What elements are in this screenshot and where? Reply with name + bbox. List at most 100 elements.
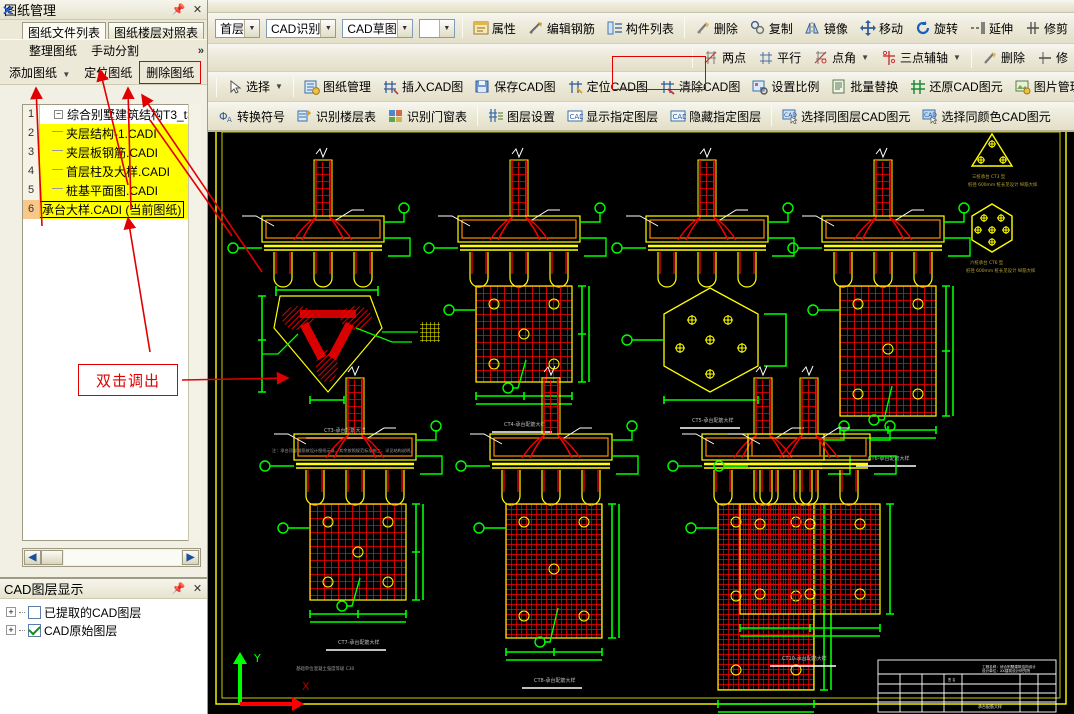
batch-replace-button[interactable]: 批量替换 [826,76,903,98]
drawing-name-cell[interactable]: 夹层结构-1.CADI [40,123,200,143]
edit-rebar-button[interactable]: 编辑钢筋 [523,17,600,39]
move-button[interactable]: 移动 [855,17,908,39]
table-row[interactable]: 2 夹层结构-1.CADI [23,123,200,143]
table-row[interactable]: 6 承台大样.CADI (当前图纸) [23,199,200,219]
two-point-button[interactable]: 两点 [698,47,751,69]
chevron-down-icon[interactable]: ▼ [396,19,412,37]
add-drawing-button[interactable]: 添加图纸 ▼ [2,61,77,84]
scroll-thumb[interactable] [41,550,63,565]
toolbar-layer[interactable]: ΦA 转换符号 识别楼层表 识别门窗表 图层设置 CAD 显示指定图层 CAD [208,102,1074,132]
chevron-down-icon[interactable]: ▼ [438,19,454,37]
pin-icon[interactable]: 📌 [171,2,186,17]
scroll-track[interactable] [64,550,181,565]
toolbar-overflow-icon[interactable]: » [198,45,204,57]
chevron-down-icon[interactable]: ▼ [62,70,70,79]
axis-delete-button[interactable]: 删除 [977,47,1030,69]
table-row[interactable]: 1 − 综合别墅建筑结构T3_t3 [23,105,200,124]
table-row[interactable]: 3 夹层板钢筋.CADI [23,142,200,162]
manual-split-button[interactable]: 手动分割 [84,39,146,62]
layer-checkbox[interactable] [28,623,41,637]
svg-text:基础单位混凝土强度等级 C30: 基础单位混凝土强度等级 C30 [296,665,355,672]
cad-recognize-combo[interactable]: CAD识别 ▼ [266,18,337,38]
scroll-left-icon[interactable]: ◀ [24,550,41,565]
chevron-down-icon[interactable]: ▼ [861,53,869,62]
drawing-file-list[interactable]: 1 − 综合别墅建筑结构T3_t3 2 夹层结构-1.CADI 3 夹层板钢筋.… [22,104,201,541]
tab-drawing-floor-table[interactable]: 图纸楼层对照表 [108,22,205,40]
select-tool-button[interactable]: 选择 ▼ [222,76,288,98]
scroll-right-icon[interactable]: ▶ [182,550,199,565]
locate-cad-button[interactable]: 定位CAD图 [563,76,653,98]
set-scale-button[interactable]: 设置比例 [747,76,824,98]
layer-checkbox[interactable] [28,605,41,619]
recognize-floor-table-button[interactable]: 识别楼层表 [292,105,381,127]
layer-item-original[interactable]: + CAD原始图层 [6,621,207,639]
table-row[interactable]: 5 桩基平面图.CADI [23,180,200,200]
locate-drawing-button[interactable]: 定位图纸 [77,61,139,84]
point-angle-button[interactable]: 点角 ▼ [808,47,874,69]
parallel-button[interactable]: 平行 [753,47,806,69]
rotate-button[interactable]: 旋转 [910,17,963,39]
trim-button[interactable]: 修剪 [1020,17,1073,39]
pin-icon[interactable]: 📌 [171,581,186,596]
layer-settings-button[interactable]: 图层设置 [483,105,560,127]
properties-button[interactable]: 属性 [468,17,521,39]
component-list-button[interactable]: 构件列表 [602,17,679,39]
drawing-list-hscrollbar[interactable]: ◀ ▶ [22,548,201,567]
drawing-name-cell[interactable]: − 综合别墅建筑结构T3_t3 [40,105,200,124]
close-icon[interactable]: ✕ [190,581,205,596]
drawing-name-cell[interactable]: 桩基平面图.CADI [40,180,200,200]
chevron-down-icon[interactable]: ▼ [275,82,283,91]
drawing-list-vscrollbar[interactable] [188,104,201,541]
hide-layer-button[interactable]: CAD 隐藏指定图层 [665,105,766,127]
chevron-down-icon[interactable]: ▼ [244,19,260,37]
batch-replace-icon [831,79,847,95]
floor-combo[interactable]: 首层 ▼ [215,18,261,38]
select-same-layer-button[interactable]: CAD 选择同图层CAD图元 [777,105,915,127]
cad-canvas[interactable]: CT3-承台配筋大样 注：承台顶部钢筋按设计图纸示意，其余按照规范标准施工，详见… [208,120,1074,714]
set-scale-icon [752,79,769,95]
delete-label: 删除 [713,21,738,36]
select-same-color-button[interactable]: CAD 选择同颜色CAD图元 [917,105,1055,127]
drawing-manage-button[interactable]: 图纸管理 [299,76,376,98]
tab-drawing-file-list[interactable]: 图纸文件列表 [22,22,107,40]
toolbar-axis[interactable]: 两点 平行 点角 ▼ 三点辅轴 ▼ 删除 修 [208,44,1074,72]
delete-button[interactable]: 删除 [690,17,743,39]
clipped-tool-1[interactable] [213,0,223,12]
drawing-name-cell[interactable]: 首层柱及大样.CADI [40,161,200,181]
tree-expand-icon[interactable]: + [6,625,16,635]
chevron-down-icon[interactable]: ▼ [320,19,336,37]
toolbar-row-clipped[interactable] [208,0,1074,13]
show-layer-button[interactable]: CAD 显示指定图层 [562,105,663,127]
layer-item-extracted[interactable]: + 已提取的CAD图层 [6,603,207,621]
cad-draft-combo[interactable]: CAD草图 ▼ [342,18,413,38]
tree-expand-icon[interactable]: + [6,607,16,617]
current-drawing-cell[interactable]: 承台大样.CADI (当前图纸) [40,199,200,219]
three-point-aux-axis-button[interactable]: 三点辅轴 ▼ [876,47,966,69]
table-row[interactable]: 4 首层柱及大样.CADI [23,161,200,181]
organize-drawing-button[interactable]: 整理图纸 [22,39,84,62]
convert-symbol-button[interactable]: ΦA 转换符号 [213,105,290,127]
copy-icon [750,20,766,36]
close-icon[interactable]: ✕ [190,2,205,17]
axis-trim-button[interactable]: 修 [1032,47,1073,69]
mirror-button[interactable]: 镜像 [800,17,853,39]
blank-combo[interactable]: ▼ [418,18,455,38]
insert-cad-button[interactable]: 插入CAD图 [378,76,468,98]
copy-button[interactable]: 复制 [745,17,798,39]
save-cad-button[interactable]: 保存CAD图 [470,76,560,98]
toolbar-cad[interactable]: 选择 ▼ 图纸管理 插入CAD图 保存CAD图 定位CAD图 清除CAD图 设置… [208,72,1074,102]
restore-cad-entity-button[interactable]: 还原CAD图元 [905,76,1007,98]
tree-collapse-icon[interactable]: − [54,109,63,119]
extend-button[interactable]: 延伸 [965,17,1018,39]
image-manage-button[interactable]: 图片管理 ▼ [1010,76,1074,98]
toolbar-main[interactable]: 首层 ▼ CAD识别 ▼ CAD草图 ▼ ▼ 属性 编辑钢筋 构件列表 删除 复… [208,13,1074,44]
mirror-label: 镜像 [823,21,848,36]
clear-cad-button[interactable]: 清除CAD图 [655,76,745,98]
panel-dock-close-icon[interactable]: ✕ [2,3,13,19]
tree-branch-icon [19,611,25,613]
recognize-door-window-table-button[interactable]: 识别门窗表 [383,105,472,127]
drawing-name-cell[interactable]: 夹层板钢筋.CADI [40,142,200,162]
layer-tree[interactable]: + 已提取的CAD图层 + CAD原始图层 [0,599,207,711]
delete-drawing-button[interactable]: 删除图纸 [139,61,202,84]
chevron-down-icon[interactable]: ▼ [953,53,961,62]
